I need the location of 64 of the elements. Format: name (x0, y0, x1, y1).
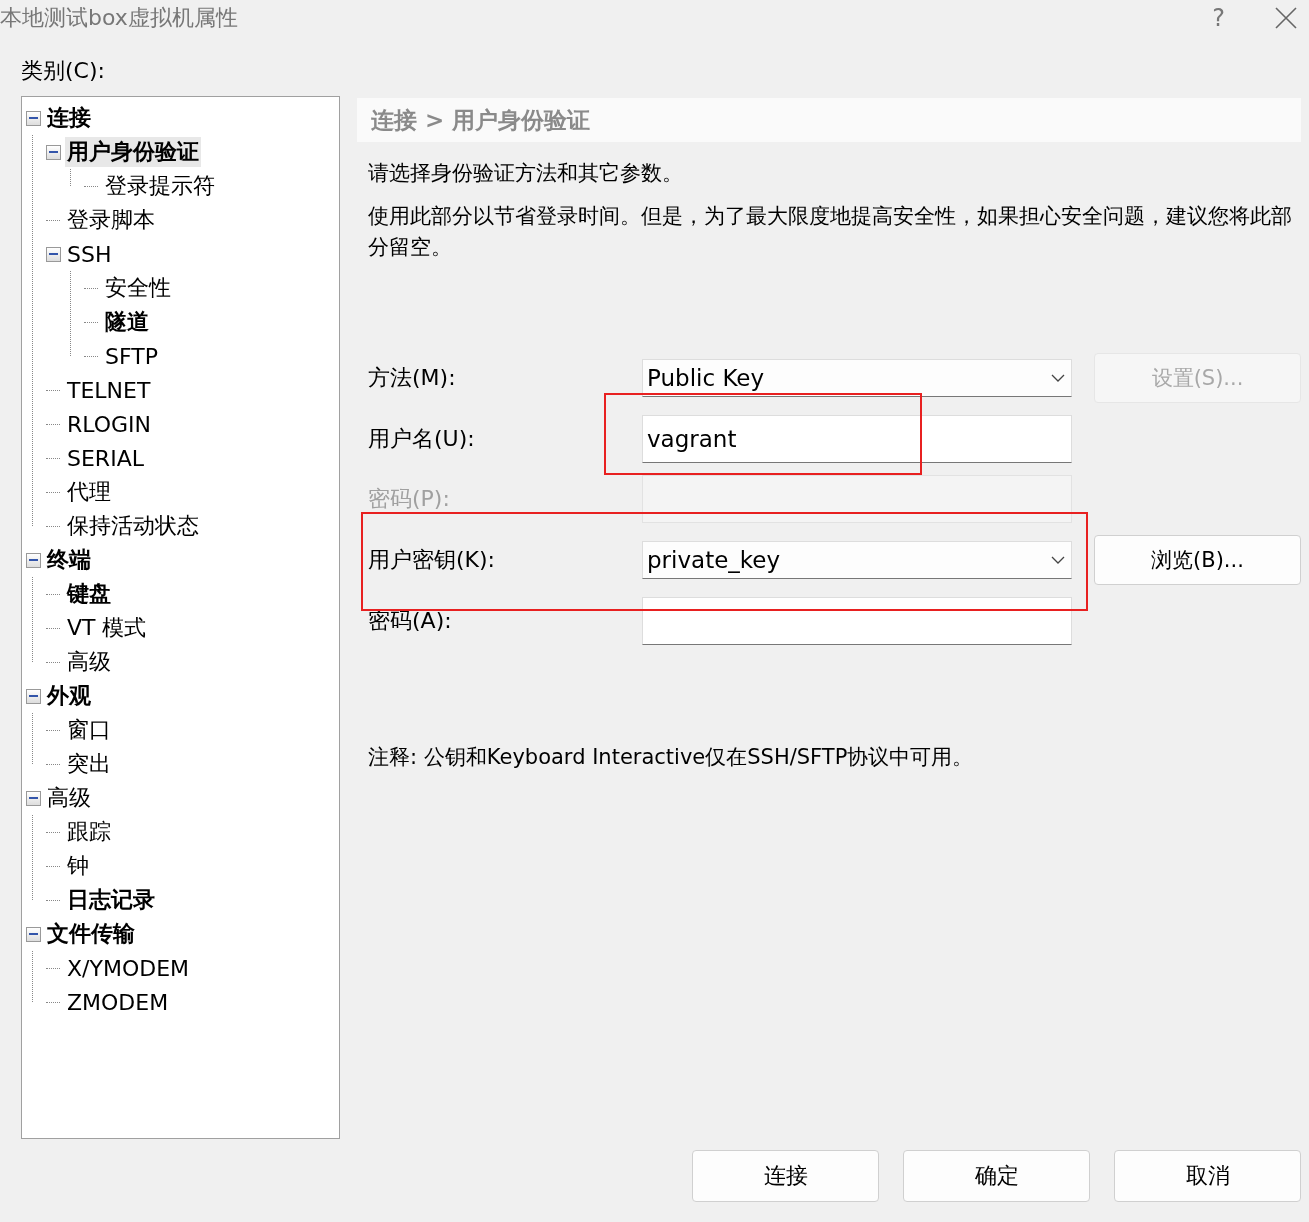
breadcrumb-header: 连接 > 用户身份验证 (357, 98, 1301, 142)
tree-item[interactable]: 终端 (45, 545, 93, 575)
tree-item[interactable]: 文件传输 (45, 919, 137, 949)
dialog-button[interactable]: 取消 (1114, 1150, 1301, 1202)
field-label: 密码(A): (368, 607, 452, 635)
field-label: 方法(M): (368, 364, 456, 392)
dropdown-field[interactable]: Public Key (642, 359, 1072, 397)
input-field[interactable]: vagrant (642, 415, 1072, 463)
collapse-toggle[interactable] (26, 926, 41, 942)
collapse-toggle[interactable] (26, 790, 41, 806)
tree-item[interactable]: 跟踪 (65, 817, 113, 847)
tree-item[interactable]: 日志记录 (65, 885, 157, 915)
tree-item[interactable]: 安全性 (103, 273, 173, 303)
category-label: 类别(C): (21, 57, 105, 85)
window-title: 本地测试box虚拟机属性 (0, 4, 238, 32)
tree-item[interactable]: 窗口 (65, 715, 113, 745)
tree-item[interactable]: SERIAL (65, 445, 146, 471)
tree-item[interactable]: 高级 (65, 647, 113, 677)
dialog-button[interactable]: 浏览(B)... (1094, 535, 1301, 585)
note-text: 注释: 公钥和Keyboard Interactive仅在SSH/SFTP协议中可用。 (368, 744, 975, 771)
tree-item[interactable]: 用户身份验证 (65, 137, 201, 167)
tree-item[interactable]: 键盘 (65, 579, 113, 609)
field-label: 密码(P): (368, 485, 450, 513)
minus-icon (29, 796, 38, 800)
minus-icon (29, 932, 38, 936)
dialog-button[interactable]: 确定 (903, 1150, 1090, 1202)
minus-icon (29, 116, 38, 120)
minus-icon (29, 558, 38, 562)
description-text: 请选择身份验证方法和其它参数。 (368, 160, 684, 187)
tree-item[interactable]: SSH (65, 241, 114, 267)
tree-item[interactable]: 登录脚本 (65, 205, 157, 235)
minus-icon (29, 694, 38, 698)
field-label: 用户密钥(K): (368, 546, 495, 574)
collapse-toggle[interactable] (26, 552, 41, 568)
tree-item[interactable]: 突出 (65, 749, 113, 779)
field-label: 用户名(U): (368, 425, 475, 453)
tree-item[interactable]: 高级 (45, 783, 93, 813)
dropdown-field[interactable]: private_key (642, 541, 1072, 579)
tree-item[interactable]: 保持活动状态 (65, 511, 201, 541)
collapse-toggle[interactable] (46, 246, 61, 262)
tree-item[interactable]: 连接 (45, 103, 93, 133)
tree-item[interactable]: 隧道 (103, 307, 151, 337)
tree-item[interactable]: X/YMODEM (65, 955, 192, 981)
tree-item[interactable]: 外观 (45, 681, 93, 711)
tree-item[interactable]: SFTP (103, 343, 160, 369)
tree-item[interactable]: 登录提示符 (103, 171, 217, 201)
minus-icon (49, 252, 58, 256)
tree-item[interactable]: 代理 (65, 477, 113, 507)
collapse-toggle[interactable] (26, 688, 41, 704)
tree-item[interactable]: ZMODEM (65, 989, 171, 1015)
minus-icon (49, 150, 58, 154)
chevron-down-icon (1051, 374, 1065, 382)
tree-item[interactable]: RLOGIN (65, 411, 154, 437)
help-button[interactable]: ? (1212, 4, 1225, 32)
chevron-down-icon (1051, 556, 1065, 564)
tree-item[interactable]: VT 模式 (65, 613, 149, 643)
collapse-toggle[interactable] (46, 144, 61, 160)
dialog-button[interactable]: 连接 (692, 1150, 879, 1202)
tree-item[interactable]: TELNET (65, 377, 153, 403)
description-text: 使用此部分以节省登录时间。但是，为了最大限度地提高安全性，如果担心安全问题，建议您将此部分留空。 (368, 203, 1293, 261)
close-icon[interactable] (1275, 7, 1297, 29)
collapse-toggle[interactable] (26, 110, 41, 126)
tree-item[interactable]: 钟 (65, 851, 91, 881)
input-field[interactable] (642, 597, 1072, 645)
